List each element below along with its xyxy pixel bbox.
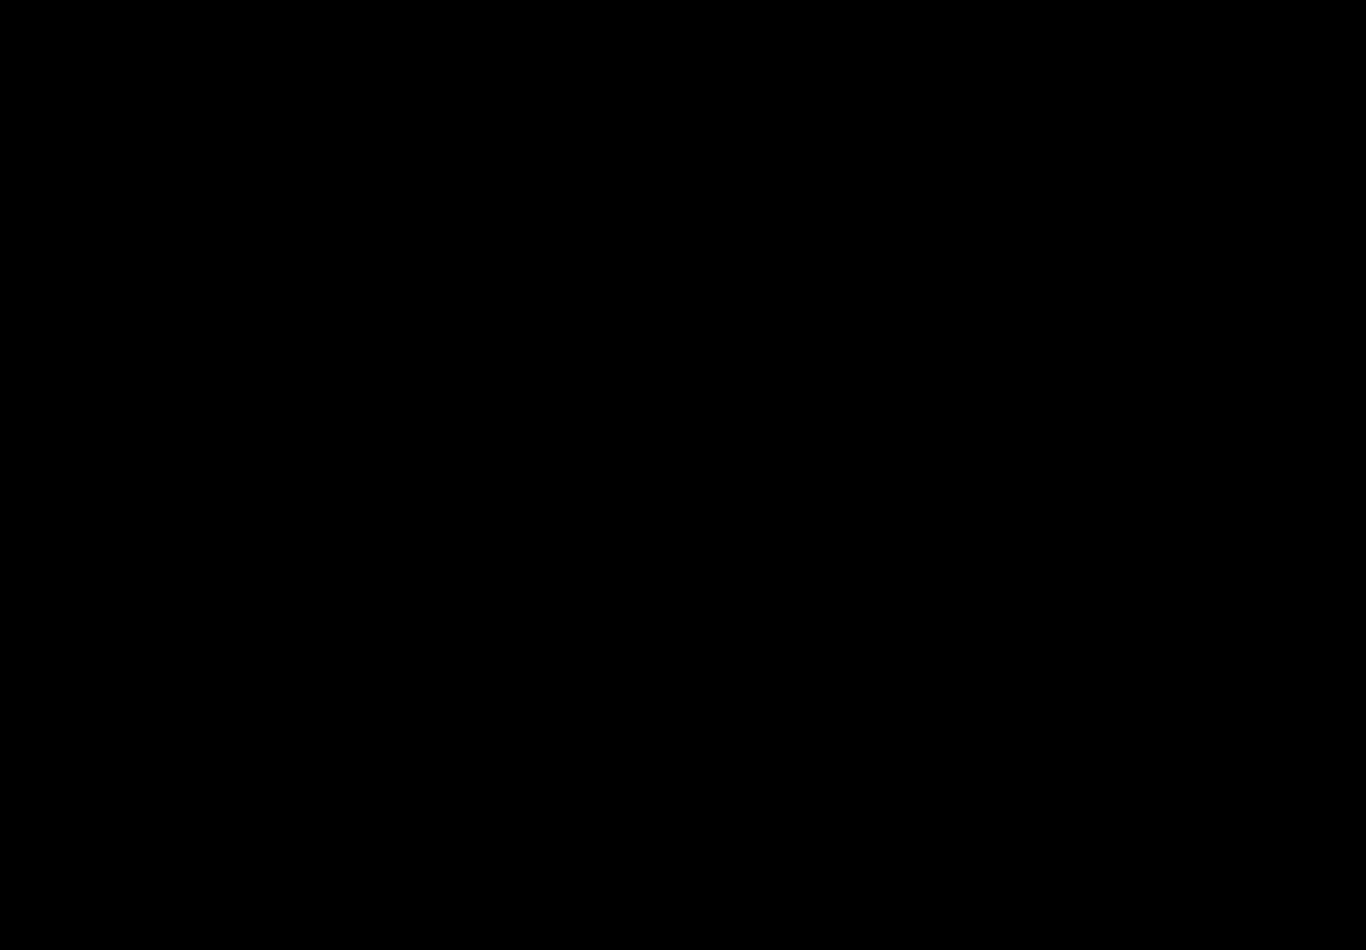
skewt-diagram (0, 0, 1366, 950)
sounding-app (0, 0, 1366, 950)
